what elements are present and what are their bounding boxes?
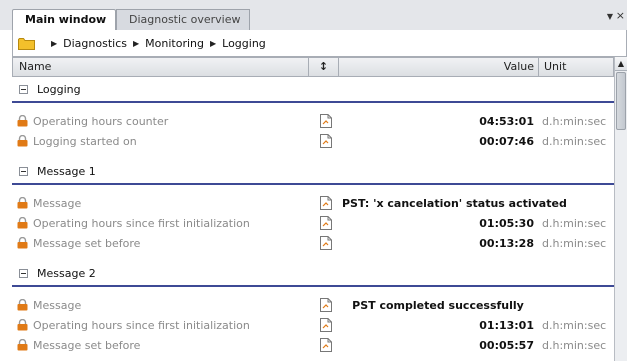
document-icon[interactable] [320, 298, 332, 312]
row-value: 01:05:30 [479, 217, 534, 230]
grid-header: Name ↕ Value Unit [12, 57, 614, 77]
document-icon[interactable] [320, 134, 332, 148]
chevron-right-icon: ▶ [209, 38, 217, 48]
row-unit: d.h:min:sec [542, 319, 607, 332]
row-label: Message [33, 299, 82, 312]
row-unit: d.h:min:sec [542, 115, 607, 128]
scroll-up-icon[interactable]: ▲ [615, 57, 627, 71]
table-row[interactable]: Operating hours since first initializati… [12, 213, 614, 233]
breadcrumb: ▶ Diagnostics ▶ Monitoring ▶ Logging [12, 30, 627, 57]
column-header-unit[interactable]: Unit [539, 58, 615, 76]
lock-icon [17, 298, 28, 311]
vertical-scrollbar[interactable]: ▲ [614, 57, 627, 361]
table-row[interactable]: Message PST completed successfully [12, 295, 614, 315]
collapse-icon[interactable] [19, 85, 28, 94]
row-value: 00:05:57 [479, 339, 534, 352]
breadcrumb-item-diagnostics[interactable]: Diagnostics [63, 37, 127, 50]
row-label: Message set before [33, 339, 141, 352]
lock-icon [17, 134, 28, 147]
row-value: PST completed successfully [352, 299, 524, 312]
table-row[interactable]: Operating hours counter 04:53:01 d.h:min… [12, 111, 614, 131]
row-label: Logging started on [33, 135, 137, 148]
row-unit: d.h:min:sec [542, 135, 607, 148]
folder-icon[interactable] [18, 37, 35, 50]
row-label: Message set before [33, 237, 141, 250]
group-label: Message 2 [37, 267, 96, 280]
group-label: Message 1 [37, 165, 96, 178]
row-unit: d.h:min:sec [542, 237, 607, 250]
lock-icon [17, 236, 28, 249]
row-label: Message [33, 197, 82, 210]
breadcrumb-item-logging[interactable]: Logging [222, 37, 266, 50]
document-icon[interactable] [320, 338, 332, 352]
lock-icon [17, 338, 28, 351]
close-icon[interactable]: × [616, 9, 625, 22]
group-header-message-1[interactable]: Message 1 [12, 159, 614, 185]
group-header-logging[interactable]: Logging [12, 77, 614, 103]
document-icon[interactable] [320, 114, 332, 128]
scroll-thumb[interactable] [616, 72, 626, 130]
collapse-icon[interactable] [19, 269, 28, 278]
table-row[interactable]: Logging started on 00:07:46 d.h:min:sec [12, 131, 614, 151]
tab-label: Diagnostic overview [129, 13, 241, 26]
lock-icon [17, 196, 28, 209]
lock-icon [17, 318, 28, 331]
document-icon[interactable] [320, 236, 332, 250]
lock-icon [17, 216, 28, 229]
document-icon[interactable] [320, 318, 332, 332]
table-row[interactable]: Message set before 00:05:57 d.h:min:sec [12, 335, 614, 355]
sort-icon[interactable]: ↕ [309, 58, 339, 76]
row-unit: d.h:min:sec [542, 339, 607, 352]
table-row[interactable]: Operating hours since first initializati… [12, 315, 614, 335]
row-value: 00:07:46 [479, 135, 534, 148]
row-label: Operating hours since first initializati… [33, 319, 250, 332]
document-icon[interactable] [320, 196, 332, 210]
tab-main-window[interactable]: Main window [12, 9, 116, 30]
row-label: Operating hours since first initializati… [33, 217, 250, 230]
lock-icon [17, 114, 28, 127]
group-header-message-2[interactable]: Message 2 [12, 261, 614, 287]
chevron-right-icon: ▶ [51, 38, 58, 48]
tab-label: Main window [25, 13, 107, 26]
chevron-right-icon: ▶ [133, 38, 140, 48]
document-icon[interactable] [320, 216, 332, 230]
breadcrumb-item-monitoring[interactable]: Monitoring [145, 37, 204, 50]
column-header-value[interactable]: Value [339, 58, 539, 76]
tab-bar: Main window Diagnostic overview ▼ × [0, 0, 627, 30]
column-header-name[interactable]: Name [13, 58, 309, 76]
tab-diagnostic-overview[interactable]: Diagnostic overview [116, 9, 250, 30]
row-value: 04:53:01 [479, 115, 534, 128]
table-row[interactable]: Message set before 00:13:28 d.h:min:sec [12, 233, 614, 253]
row-label: Operating hours counter [33, 115, 169, 128]
row-value: 01:13:01 [479, 319, 534, 332]
row-value: 00:13:28 [479, 237, 534, 250]
grid-body: Logging Operating hours counter 04:53:01… [12, 77, 614, 361]
chevron-down-icon[interactable]: ▼ [607, 12, 613, 21]
collapse-icon[interactable] [19, 167, 28, 176]
row-unit: d.h:min:sec [542, 217, 607, 230]
table-row[interactable]: Message PST: 'x cancelation' status acti… [12, 193, 614, 213]
group-label: Logging [37, 83, 81, 96]
row-value: PST: 'x cancelation' status activated [342, 197, 567, 210]
